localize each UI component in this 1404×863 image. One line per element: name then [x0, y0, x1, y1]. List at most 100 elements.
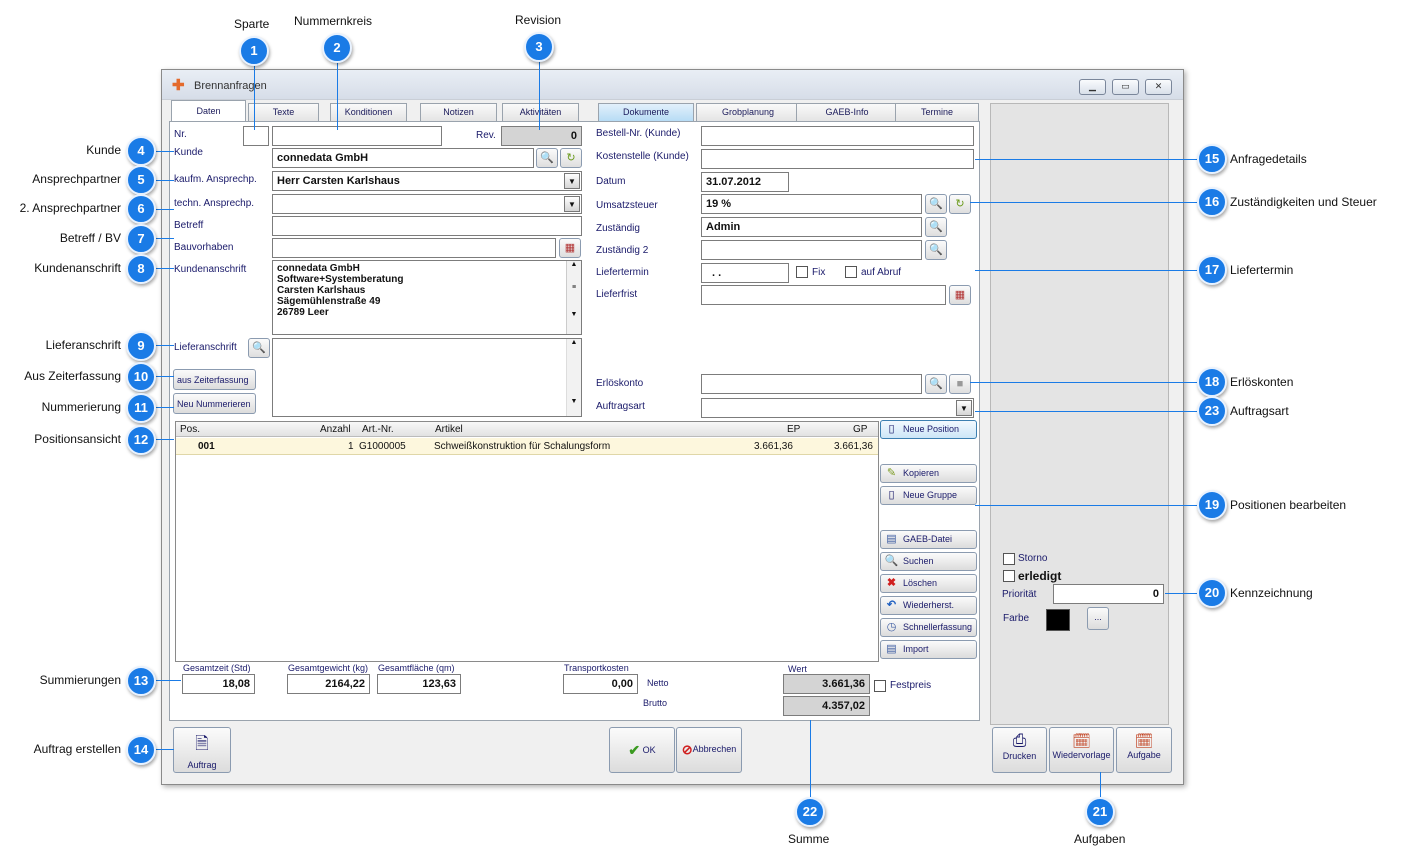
datum-field[interactable]: 31.07.2012	[701, 172, 789, 192]
callout-line	[156, 209, 174, 210]
dropdown-arrow-icon[interactable]: ▼	[564, 173, 580, 189]
neue-gruppe-button[interactable]: ▯ Neue Gruppe	[880, 486, 977, 505]
positions-grid[interactable]: Pos. Anzahl Art.-Nr. Artikel EP GP 001 1…	[175, 421, 879, 662]
kunde-field[interactable]: connedata GmbH	[272, 148, 534, 168]
lieferanschrift-textarea[interactable]: ▲ ▼	[272, 338, 582, 417]
nummernkreis-field[interactable]	[272, 126, 442, 146]
title-bar: ✚ Brennanfragen ▁ ▭ ✕	[162, 70, 1183, 100]
drucken-button[interactable]: ⎙ Drucken	[992, 727, 1047, 773]
kaufm-ansprechpartner-select[interactable]: Herr Carsten Karlshaus ▼	[272, 171, 582, 191]
techn-ansprechpartner-select[interactable]: ▼	[272, 194, 582, 214]
kopieren-button[interactable]: ✎ Kopieren	[880, 464, 977, 483]
import-icon: ▤	[886, 643, 897, 655]
callout-line	[156, 407, 174, 408]
festpreis-checkbox[interactable]	[874, 680, 886, 692]
callout-label-18: Erlöskonten	[1230, 375, 1294, 389]
neu-nummerieren-button[interactable]: Neu Nummerieren	[173, 393, 256, 414]
liefertermin-field[interactable]: . .	[701, 263, 789, 283]
grid-header: Pos. Anzahl Art.-Nr. Artikel EP GP	[176, 422, 878, 437]
neue-position-button[interactable]: ▯ Neue Position	[880, 420, 977, 439]
zustaendig2-search-button[interactable]: 🔍	[925, 240, 947, 260]
magnifier-icon: 🔍	[929, 198, 943, 210]
festpreis-label: Festpreis	[890, 680, 932, 691]
techn-label: techn. Ansprechp.	[174, 198, 255, 209]
lieferfrist-calendar-button[interactable]: ▦	[949, 285, 971, 305]
betreff-field[interactable]	[272, 216, 582, 236]
aufgabe-button[interactable]: 🗓 Aufgabe	[1116, 727, 1172, 773]
auftrag-button[interactable]: 🗎 Auftrag	[173, 727, 231, 773]
umsatzsteuer-field[interactable]: 19 %	[701, 194, 922, 214]
umsatzsteuer-search-button[interactable]: 🔍	[925, 194, 947, 214]
lieferfrist-field[interactable]	[701, 285, 946, 305]
aus-zeiterfassung-button[interactable]: aus Zeiterfassung	[173, 369, 256, 390]
prioritaet-field[interactable]: 0	[1053, 584, 1164, 604]
suchen-button[interactable]: 🔍 Suchen	[880, 552, 977, 571]
callout-label-14: Auftrag erstellen	[33, 742, 121, 756]
zustaendig2-field[interactable]	[701, 240, 922, 260]
maximize-button[interactable]: ▭	[1112, 79, 1139, 95]
ok-button[interactable]: ✔ OK	[609, 727, 675, 773]
kostenstelle-field[interactable]	[701, 149, 974, 169]
tab-notizen[interactable]: Notizen	[420, 103, 497, 121]
bestell-nr-field[interactable]	[701, 126, 974, 146]
umsatzsteuer-refresh-button[interactable]: ↻	[949, 194, 971, 214]
callout-label-11: Nummerierung	[41, 400, 121, 414]
tab-aktivitaeten[interactable]: Aktivitäten	[502, 103, 579, 121]
calendar-icon: ▦	[564, 242, 576, 254]
import-button[interactable]: ▤ Import	[880, 640, 977, 659]
erloeskonto-extra-button[interactable]: ■	[949, 374, 971, 394]
lieferanschrift-search-button[interactable]: 🔍	[248, 338, 270, 358]
auf-abruf-checkbox[interactable]	[845, 266, 857, 278]
bauvorhaben-calendar-button[interactable]: ▦	[559, 238, 581, 258]
callout-14: 14	[126, 735, 156, 765]
color-picker-button[interactable]: ...	[1087, 607, 1109, 630]
dropdown-arrow-icon[interactable]: ▼	[564, 196, 580, 212]
netto-field: 3.661,36	[783, 674, 870, 694]
tab-texte[interactable]: Texte	[248, 103, 319, 121]
scrollbar[interactable]: ▲ ▼	[566, 339, 581, 416]
callout-line	[539, 60, 540, 130]
kundenanschrift-textarea[interactable]: connedata GmbH Software+Systemberatung C…	[272, 260, 582, 335]
erledigt-checkbox[interactable]	[1003, 570, 1015, 582]
zustaendig-search-button[interactable]: 🔍	[925, 217, 947, 237]
zustaendig-field[interactable]: Admin	[701, 217, 922, 237]
table-row[interactable]: 001 1 G1000005 Schweißkonstruktion für S…	[176, 438, 878, 455]
minimize-button[interactable]: ▁	[1079, 79, 1106, 95]
kundenanschrift-label: Kundenanschrift	[174, 264, 247, 275]
gaeb-file-icon: ▤	[886, 533, 897, 545]
tab-konditionen[interactable]: Konditionen	[330, 103, 407, 121]
close-button[interactable]: ✕	[1145, 79, 1172, 95]
storno-checkbox[interactable]	[1003, 553, 1015, 565]
tab-daten[interactable]: Daten	[171, 100, 246, 122]
tab-dokumente[interactable]: Dokumente	[598, 103, 694, 121]
wiederherstellen-button[interactable]: ↶ Wiederherst.	[880, 596, 977, 615]
transportkosten-field[interactable]: 0,00	[563, 674, 638, 694]
schnellerfassung-button[interactable]: ◷ Schnellerfassung	[880, 618, 977, 637]
bauvorhaben-field[interactable]	[272, 238, 556, 258]
bestell-nr-label: Bestell-Nr. (Kunde)	[596, 128, 681, 139]
callout-label-17: Liefertermin	[1230, 263, 1294, 277]
color-swatch[interactable]	[1046, 609, 1070, 631]
wiedervorlage-button[interactable]: 🗓 Wiedervorlage	[1049, 727, 1114, 773]
tab-grobplanung[interactable]: Grobplanung	[696, 103, 800, 121]
callout-13: 13	[126, 666, 156, 696]
tab-termine[interactable]: Termine	[895, 103, 979, 121]
dropdown-arrow-icon[interactable]: ▼	[956, 400, 972, 416]
scrollbar[interactable]: ▲ ≡ ▼	[566, 261, 581, 334]
loeschen-button[interactable]: ✖ Löschen	[880, 574, 977, 593]
refresh-icon: ↻	[955, 198, 965, 210]
kunde-refresh-button[interactable]: ↻	[560, 148, 582, 168]
kunde-search-button[interactable]: 🔍	[536, 148, 558, 168]
brutto-label: Brutto	[643, 698, 668, 708]
abbrechen-button[interactable]: ⊘Abbrechen	[676, 727, 742, 773]
magnifier-icon: 🔍	[884, 555, 899, 567]
gaeb-datei-button[interactable]: ▤ GAEB-Datei	[880, 530, 977, 549]
callout-line	[975, 159, 1197, 160]
fix-checkbox[interactable]	[796, 266, 808, 278]
gesamtzeit-field: 18,08	[182, 674, 255, 694]
auftragsart-select[interactable]: ▼	[701, 398, 974, 418]
erloeskonto-field[interactable]	[701, 374, 922, 394]
erloeskonto-search-button[interactable]: 🔍	[925, 374, 947, 394]
tab-gaeb-info[interactable]: GAEB-Info	[796, 103, 898, 121]
sparte-field[interactable]	[243, 126, 269, 146]
